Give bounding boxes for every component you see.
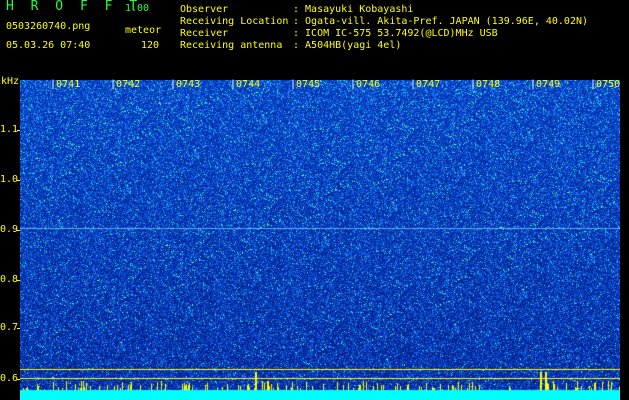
y-tick-label: 0.8 — [0, 274, 19, 285]
x-tick-text: 0745 — [296, 79, 321, 90]
info-receiver-value: : ICOM IC-575 53.7492(@LCD)MHz USB — [293, 28, 498, 39]
x-tick-text: 0741 — [56, 79, 81, 90]
x-tick-text: 0748 — [476, 79, 501, 90]
x-tick-text: 0744 — [236, 79, 261, 90]
y-tick-label: 1.1 — [0, 124, 19, 135]
info-antenna-label: Receiving antenna — [180, 40, 283, 51]
x-tick-text: 0749 — [536, 79, 561, 90]
x-tick-label: |0744 — [230, 79, 261, 90]
x-tick-text: 0743 — [176, 79, 201, 90]
info-receiver-label: Receiver — [180, 28, 229, 39]
y-tick-label: 0.6 — [0, 373, 19, 384]
x-tick-text: 0750 — [596, 79, 621, 90]
mode-label: meteor — [125, 25, 162, 36]
y-axis-unit: kHz — [1, 76, 20, 87]
info-antenna-value: : A504HB(yagi 4el) — [293, 40, 402, 51]
datetime-label: 05.03.26 07:40 — [6, 40, 91, 51]
filename-label: 0503260740.png — [6, 21, 91, 32]
spectrogram — [20, 80, 620, 400]
x-tick-label: |0748 — [470, 79, 501, 90]
x-tick-label: |0743 — [170, 79, 201, 90]
spectrogram-canvas — [20, 80, 620, 400]
x-tick-text: 0742 — [116, 79, 141, 90]
version-label: 1.00 — [125, 3, 150, 14]
y-tick-label: 1.0 — [0, 174, 19, 185]
x-tick-label: |0750 — [590, 79, 621, 90]
x-tick-label: |0747 — [410, 79, 441, 90]
y-tick-label: 0.9 — [0, 224, 19, 235]
info-observer-label: Observer — [180, 4, 229, 15]
x-tick-label: |0741 — [50, 79, 81, 90]
x-tick-label: |0746 — [350, 79, 381, 90]
count-label: 120 — [141, 40, 160, 51]
x-tick-text: 0746 — [356, 79, 381, 90]
x-tick-text: 0747 — [416, 79, 441, 90]
x-tick-label: |0742 — [110, 79, 141, 90]
info-observer-value: : Masayuki Kobayashi — [293, 4, 414, 15]
x-tick-label: |0745 — [290, 79, 321, 90]
app-title: H R O F F T — [6, 0, 142, 14]
y-tick-label: 0.7 — [0, 322, 19, 333]
info-location-value: : Ogata-vill. Akita-Pref. JAPAN (139.96E… — [293, 16, 589, 27]
info-location-label: Receiving Location — [180, 16, 289, 27]
x-tick-label: |0749 — [530, 79, 561, 90]
